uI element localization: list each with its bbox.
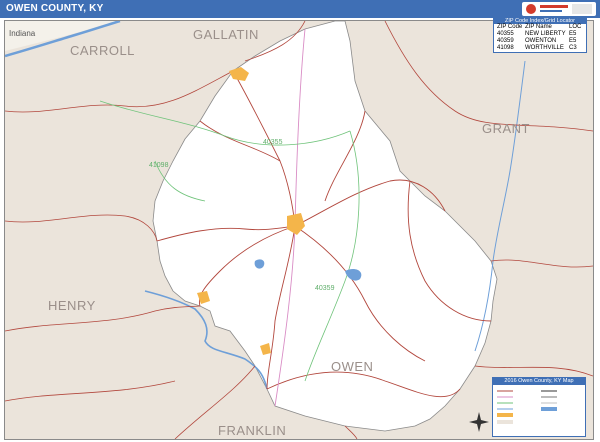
zip-loc-cell: E5 — [569, 31, 577, 37]
zip-code-index-table: ZIP Code Index/Grid Locator ZIP Code ZIP… — [493, 17, 587, 53]
zip-name-cell: WORTHVILLE — [525, 45, 564, 51]
legend-title: 2016 Owen County, KY Map — [493, 378, 585, 385]
table-row: 40355 NEW LIBERTY E5 — [494, 31, 586, 38]
zip-name-cell: OWENTON — [525, 38, 557, 44]
zip-code-cell: 40359 — [497, 38, 514, 44]
county-label-owen: OWEN — [331, 359, 374, 374]
zip-label-40359: 40359 — [315, 285, 335, 292]
zip-table-header-row: ZIP Code ZIP Name LOC — [494, 24, 586, 31]
table-row: 40359 OWENTON E5 — [494, 38, 586, 45]
zip-code-cell: 40355 — [497, 31, 514, 37]
zip-name-cell: NEW LIBERTY — [525, 31, 566, 37]
county-label-gallatin: GALLATIN — [193, 27, 259, 42]
zip-code-cell: 41098 — [497, 45, 514, 51]
zip-loc-cell: C3 — [569, 45, 577, 51]
state-label-indiana: Indiana — [9, 29, 36, 38]
zip-table-header-zip: ZIP Code — [497, 24, 523, 30]
county-label-carroll: CARROLL — [70, 43, 135, 58]
brand-logo-icon — [522, 2, 596, 16]
title-bar: OWEN COUNTY, KY — [0, 0, 600, 18]
zip-loc-cell: E5 — [569, 38, 577, 44]
county-label-franklin: FRANKLIN — [218, 423, 287, 438]
zip-label-41098: 41098 — [149, 162, 169, 169]
compass-rose-icon — [469, 412, 489, 432]
map-legend: 2016 Owen County, KY Map — [492, 377, 586, 437]
county-label-grant: GRANT — [482, 121, 530, 136]
zip-label-40355: 40355 — [263, 139, 283, 146]
legend-symbols — [497, 390, 557, 424]
county-label-henry: HENRY — [48, 298, 96, 313]
zip-table-header-loc: LOC — [569, 24, 582, 30]
table-row: 41098 WORTHVILLE C3 — [494, 45, 586, 52]
zip-table-header-name: ZIP Name — [525, 24, 552, 30]
page-title: OWEN COUNTY, KY — [6, 3, 104, 14]
